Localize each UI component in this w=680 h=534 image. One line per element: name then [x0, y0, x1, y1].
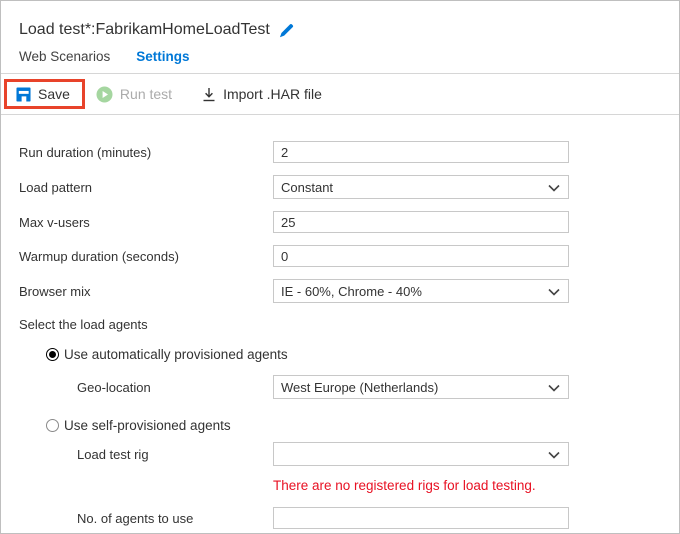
save-button[interactable]: Save [16, 86, 70, 102]
load-pattern-label: Load pattern [19, 180, 273, 195]
floppy-disk-icon [16, 87, 31, 102]
run-test-button-label: Run test [120, 86, 172, 102]
agents-count-row: No. of agents to use [19, 507, 661, 529]
chevron-down-icon [548, 447, 560, 462]
load-pattern-select[interactable]: Constant [273, 175, 569, 199]
import-har-button[interactable]: Import .HAR file [202, 86, 322, 102]
browser-mix-select[interactable]: IE - 60%, Chrome - 40% [273, 279, 569, 303]
load-pattern-value: Constant [281, 180, 333, 195]
load-pattern-row: Load pattern Constant [19, 175, 661, 199]
header: Load test*:FabrikamHomeLoadTest [1, 1, 679, 45]
browser-mix-value: IE - 60%, Chrome - 40% [281, 284, 422, 299]
page-title: Load test*:FabrikamHomeLoadTest [19, 21, 270, 39]
toolbar: Save Run test Import .HAR file [1, 74, 679, 115]
max-vusers-label: Max v-users [19, 215, 273, 230]
chevron-down-icon [548, 180, 560, 195]
tab-bar: Web Scenarios Settings [1, 45, 679, 74]
warmup-duration-row: Warmup duration (seconds) [19, 245, 661, 267]
geo-location-label: Geo-location [19, 380, 273, 395]
load-test-rig-row: Load test rig [19, 442, 661, 466]
auto-provisioned-agents-radio[interactable]: Use automatically provisioned agents [19, 345, 661, 363]
play-circle-icon [96, 86, 113, 103]
agents-count-label: No. of agents to use [19, 511, 273, 526]
max-vusers-input[interactable] [273, 211, 569, 233]
rig-error-row: There are no registered rigs for load te… [19, 478, 661, 493]
chevron-down-icon [548, 380, 560, 395]
import-har-button-label: Import .HAR file [223, 86, 322, 102]
radio-selected-icon [46, 348, 59, 361]
run-duration-label: Run duration (minutes) [19, 145, 273, 160]
run-duration-input[interactable] [273, 141, 569, 163]
settings-form: Run duration (minutes) Load pattern Cons… [1, 115, 679, 529]
agents-count-input[interactable] [273, 507, 569, 529]
geo-location-row: Geo-location West Europe (Netherlands) [19, 375, 661, 399]
tab-settings[interactable]: Settings [136, 49, 189, 73]
auto-provisioned-agents-label: Use automatically provisioned agents [64, 347, 288, 362]
save-button-label: Save [38, 86, 70, 102]
radio-unselected-icon [46, 419, 59, 432]
save-highlight-box: Save [4, 79, 85, 109]
geo-location-value: West Europe (Netherlands) [281, 380, 438, 395]
warmup-duration-input[interactable] [273, 245, 569, 267]
load-test-settings-page: Load test*:FabrikamHomeLoadTest Web Scen… [0, 0, 680, 534]
max-vusers-row: Max v-users [19, 211, 661, 233]
edit-title-pencil-icon[interactable] [279, 23, 294, 38]
warmup-duration-label: Warmup duration (seconds) [19, 249, 273, 264]
geo-location-select[interactable]: West Europe (Netherlands) [273, 375, 569, 399]
self-provisioned-agents-label: Use self-provisioned agents [64, 418, 231, 433]
download-icon [202, 87, 216, 102]
self-provisioned-agents-radio[interactable]: Use self-provisioned agents [19, 416, 661, 434]
browser-mix-row: Browser mix IE - 60%, Chrome - 40% [19, 279, 661, 303]
select-load-agents-label: Select the load agents [19, 315, 661, 333]
rig-error-message: There are no registered rigs for load te… [273, 478, 536, 493]
tab-web-scenarios[interactable]: Web Scenarios [19, 49, 110, 73]
load-test-rig-select[interactable] [273, 442, 569, 466]
run-test-button[interactable]: Run test [96, 86, 172, 103]
chevron-down-icon [548, 284, 560, 299]
error-spacer [19, 478, 273, 493]
browser-mix-label: Browser mix [19, 284, 273, 299]
run-duration-row: Run duration (minutes) [19, 141, 661, 163]
load-test-rig-label: Load test rig [19, 447, 273, 462]
